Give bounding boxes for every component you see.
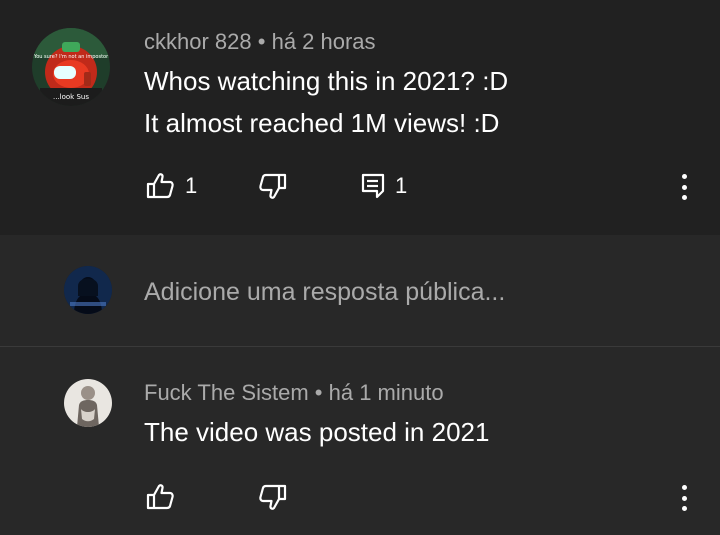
comment-more-button[interactable] (672, 172, 696, 202)
more-vert-icon (681, 485, 687, 490)
reply-input[interactable]: Adicione uma resposta pública... (144, 278, 505, 307)
meta-separator: • (314, 380, 323, 405)
reply-author-avatar[interactable] (64, 379, 112, 427)
comment-like-button[interactable]: 1 (146, 172, 197, 199)
reply-meta: Fuck The Sistem • há 1 minuto (144, 380, 444, 406)
reply-more-button[interactable] (672, 483, 696, 513)
meta-separator: • (257, 29, 266, 54)
comment-text-line-2: It almost reached 1M views! :D (144, 108, 500, 138)
comment-thread: You sure? I'm not an impostor ...look Su… (0, 0, 720, 235)
thumb-up-icon (146, 173, 174, 199)
current-user-avatar (64, 266, 112, 314)
reply-count: 1 (395, 173, 408, 198)
commenter-avatar[interactable]: You sure? I'm not an impostor ...look Su… (32, 28, 110, 106)
comment-author[interactable]: ckkhor 828 (144, 29, 252, 54)
reply-icon (361, 173, 385, 199)
reply-time[interactable]: há 1 minuto (329, 380, 444, 405)
svg-text:You sure? I'm not an impostor: You sure? I'm not an impostor (33, 54, 109, 60)
comment-text-line-1: Whos watching this in 2021? :D (144, 66, 509, 96)
thumb-down-icon (259, 484, 287, 510)
comment-dislike-button[interactable] (258, 173, 287, 200)
reply-comment: Fuck The Sistem • há 1 minuto The video … (0, 347, 720, 535)
comment-time[interactable]: há 2 horas (272, 29, 376, 54)
reply-text: The video was posted in 2021 (144, 417, 490, 447)
reply-like-button[interactable] (146, 483, 175, 510)
like-count: 1 (185, 172, 198, 198)
comment-meta: ckkhor 828 • há 2 horas (144, 29, 376, 55)
thumb-down-icon (259, 173, 287, 199)
reply-author[interactable]: Fuck The Sistem (144, 380, 309, 405)
more-vert-icon (681, 174, 687, 179)
comment-replies-button[interactable]: 1 (361, 173, 407, 199)
reply-dislike-button[interactable] (258, 484, 287, 511)
thumb-up-icon (146, 484, 174, 510)
svg-text:...look Sus: ...look Sus (53, 93, 89, 101)
